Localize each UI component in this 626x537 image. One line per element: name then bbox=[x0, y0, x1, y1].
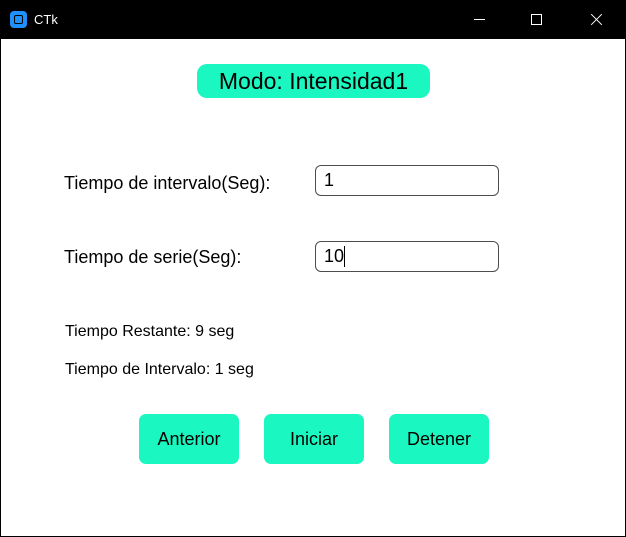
close-button[interactable] bbox=[573, 0, 619, 39]
mode-label: Modo: Intensidad1 bbox=[197, 64, 430, 98]
interval-time-label: Tiempo de intervalo(Seg): bbox=[64, 173, 271, 193]
serie-time-label: Tiempo de serie(Seg): bbox=[64, 247, 242, 267]
title-bar[interactable]: CTk bbox=[0, 0, 626, 39]
app-window: CTk Modo: Intensidad1 Tiempo de interval… bbox=[0, 0, 626, 537]
start-button[interactable]: Iniciar bbox=[264, 414, 364, 464]
stop-button[interactable]: Detener bbox=[389, 414, 489, 464]
maximize-button[interactable] bbox=[513, 0, 559, 39]
minimize-button[interactable] bbox=[457, 0, 503, 39]
main-panel: Modo: Intensidad1 Tiempo de intervalo(Se… bbox=[1, 39, 625, 536]
minimize-icon bbox=[474, 19, 485, 20]
app-icon bbox=[10, 11, 27, 28]
window-title: CTk bbox=[34, 12, 58, 27]
interval-time-input[interactable] bbox=[315, 165, 499, 196]
close-icon bbox=[590, 13, 603, 26]
serie-time-input[interactable] bbox=[315, 241, 499, 272]
interval-time-text: Tiempo de Intervalo: 1 seg bbox=[65, 361, 254, 378]
maximize-icon bbox=[531, 14, 542, 25]
previous-button[interactable]: Anterior bbox=[139, 414, 239, 464]
remaining-time-text: Tiempo Restante: 9 seg bbox=[65, 323, 235, 340]
text-caret bbox=[344, 246, 345, 267]
